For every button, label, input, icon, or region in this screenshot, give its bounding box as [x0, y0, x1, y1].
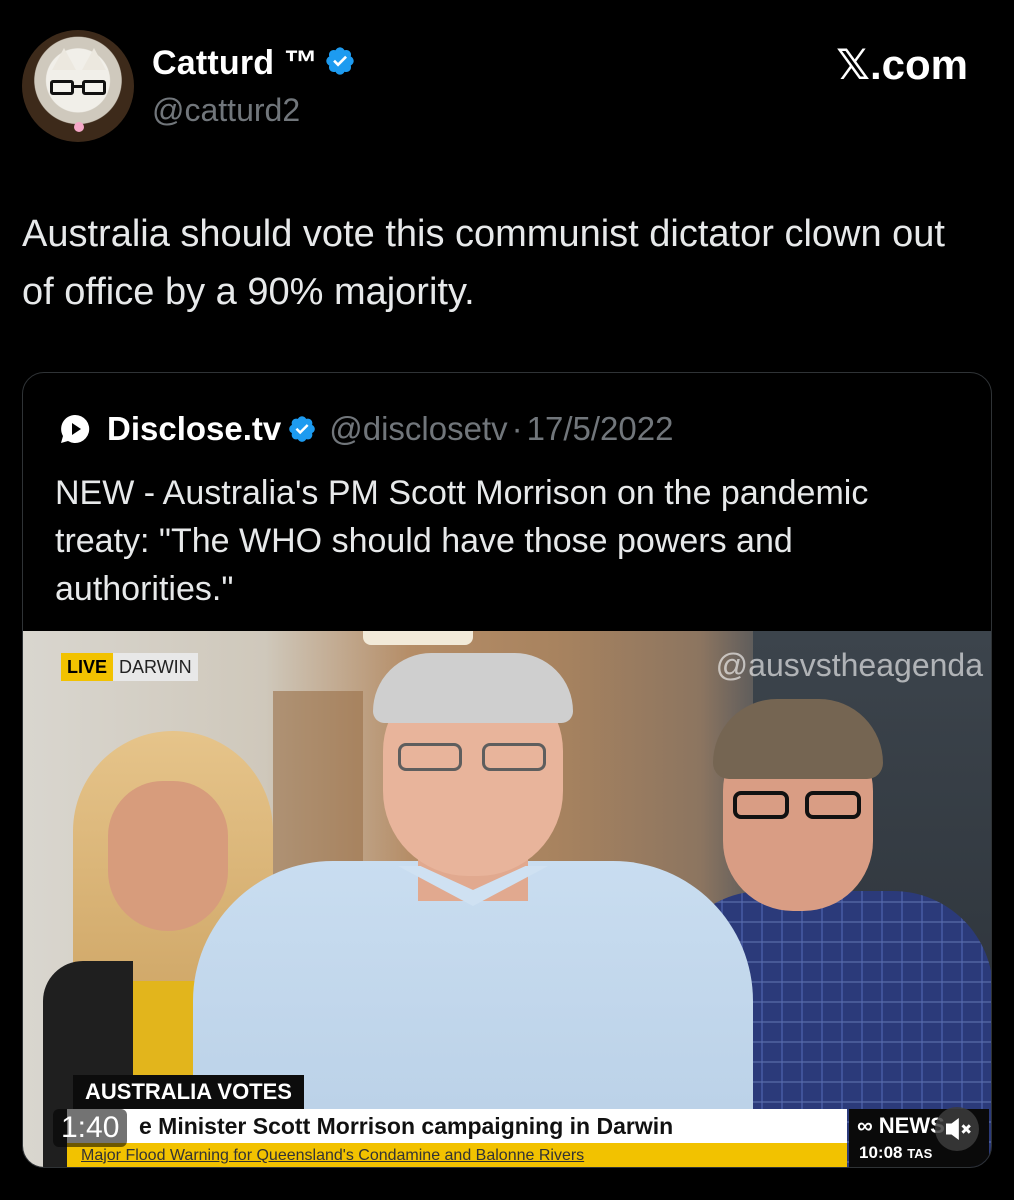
- author-name-row[interactable]: Catturd ™: [152, 44, 356, 83]
- quoted-date[interactable]: 17/5/2022: [527, 410, 674, 448]
- quoted-author-name[interactable]: Disclose.tv: [107, 410, 281, 448]
- avatar-glasses: [50, 80, 106, 96]
- site-label: com: [881, 41, 968, 88]
- mute-button[interactable]: [935, 1107, 979, 1151]
- channel-timezone: TAS: [907, 1146, 933, 1161]
- live-label: LIVE: [61, 653, 114, 681]
- quoted-post[interactable]: Disclose.tv @disclosetv · 17/5/2022 NEW …: [22, 372, 992, 1168]
- author-handle[interactable]: @catturd2: [152, 92, 300, 129]
- disclose-logo-icon: [61, 414, 90, 443]
- channel-time: 10:08: [859, 1143, 903, 1162]
- avatar-collar-tag: [74, 122, 84, 132]
- location-label: DARWIN: [113, 653, 198, 681]
- abc-logo-icon: ∞: [857, 1113, 879, 1138]
- channel-logo: ∞ NEWS: [857, 1113, 945, 1139]
- news-ticker: e Minister Scott Morrison campaigning in…: [67, 1109, 847, 1143]
- avatar-ear-right: [82, 48, 106, 70]
- author-name[interactable]: Catturd ™: [152, 44, 318, 82]
- avatar-ear-left: [52, 48, 76, 70]
- quoted-post-header: Disclose.tv @disclosetv · 17/5/2022: [59, 409, 673, 449]
- video-elapsed-time: 1:40: [53, 1109, 128, 1147]
- author-avatar[interactable]: [22, 30, 134, 142]
- person-center-lens-left: [398, 743, 462, 771]
- person-center-hair: [373, 653, 573, 723]
- x-logo: 𝕏.com: [836, 40, 968, 89]
- person-center-lens-right: [482, 743, 546, 771]
- x-logo-icon: 𝕏: [836, 40, 870, 89]
- person-right-lens-right: [805, 791, 861, 819]
- quoted-author-handle[interactable]: @disclosetv: [329, 410, 507, 448]
- avatar-lens-right: [82, 80, 106, 95]
- quoted-separator: ·: [511, 410, 523, 447]
- post-header: Catturd ™ @catturd2 𝕏.com: [0, 0, 1014, 160]
- live-badge: LIVE DARWIN: [61, 653, 198, 681]
- quoted-post-text: NEW - Australia's PM Scott Morrison on t…: [55, 474, 869, 608]
- mute-icon: [946, 1118, 971, 1140]
- video-player[interactable]: LIVE DARWIN @ausvstheagenda AUSTRALIA VO…: [23, 631, 991, 1167]
- quoted-verified-badge-icon: [289, 416, 316, 442]
- person-center-glasses: [398, 743, 548, 773]
- news-subticker: Major Flood Warning for Queensland's Con…: [67, 1143, 847, 1167]
- video-watermark: @ausvstheagenda: [715, 647, 983, 683]
- post-text: Australia should vote this communist dic…: [22, 213, 945, 313]
- verified-badge-icon: [326, 47, 354, 75]
- avatar-lens-left: [50, 80, 74, 95]
- channel-time-row: 10:08 TAS: [859, 1143, 932, 1163]
- banner-title: AUSTRALIA VOTES: [73, 1075, 304, 1109]
